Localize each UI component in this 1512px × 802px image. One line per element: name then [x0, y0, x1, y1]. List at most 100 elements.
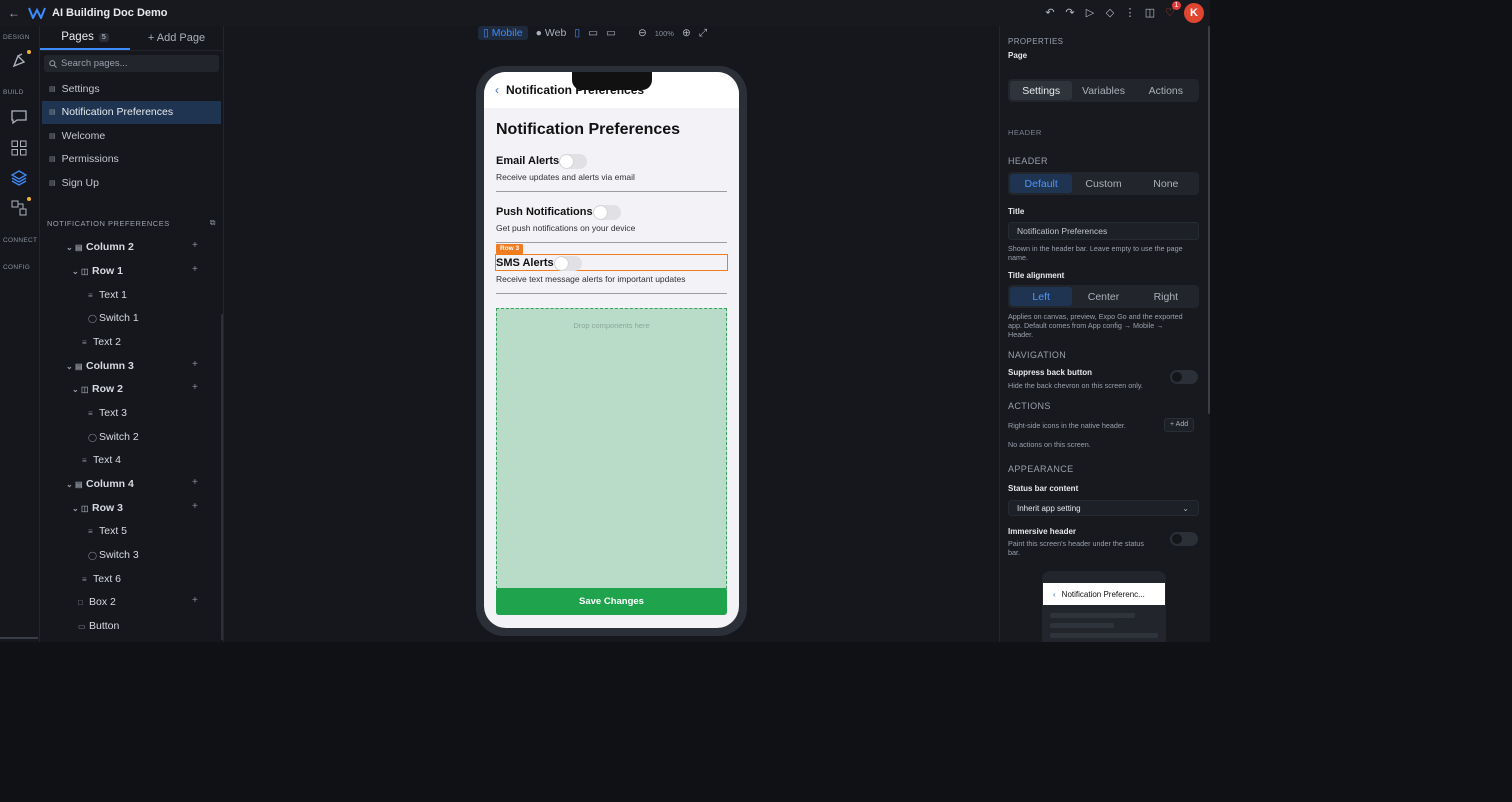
tab-pages[interactable]: Pages 5 [40, 26, 130, 50]
phone-frame: ‹ Notification Preferences Notification … [476, 66, 747, 636]
copy-icon[interactable]: ⧉ [210, 218, 216, 228]
chevron-down-icon[interactable]: ⌄ [72, 385, 81, 394]
rail-label-config[interactable]: CONFIG [3, 264, 30, 271]
zoom-level[interactable]: 100% [655, 29, 674, 38]
tab-variables[interactable]: Variables [1072, 81, 1134, 100]
email-alerts-switch[interactable] [559, 153, 588, 169]
header-option-default[interactable]: Default [1010, 174, 1073, 193]
alignment-option-center[interactable]: Center [1072, 287, 1134, 306]
suppress-back-toggle[interactable] [1170, 370, 1198, 384]
rail-label-build[interactable]: BUILD [3, 89, 24, 96]
app-window: ← AI Building Doc Demo ↶ ↷ ▷ ◇ ⋮ ◫ ♡ 1 K … [0, 0, 1210, 642]
tree-node-text-3[interactable]: ≡ Text 3 [88, 404, 127, 422]
horizontal-scrollbar[interactable] [0, 637, 38, 639]
tree-node-switch-1[interactable]: ◯ Switch 1 [88, 309, 139, 327]
sms-alerts-switch[interactable] [553, 255, 582, 271]
tree-node-column-2[interactable]: ⌄ ▤ Column 2 [66, 238, 134, 256]
text-icon: ≡ [88, 290, 93, 300]
page-item-label: Permissions [61, 153, 119, 166]
tree-node-box-2[interactable]: □ Box 2 [78, 593, 116, 611]
device-desktop-icon[interactable]: ▭ [606, 27, 616, 39]
add-child-icon[interactable]: + [192, 501, 198, 512]
pen-tool-icon[interactable] [10, 52, 28, 70]
header-option-none[interactable]: None [1135, 174, 1197, 193]
title-input[interactable] [1008, 222, 1199, 240]
chevron-down-icon[interactable]: ⌄ [66, 243, 75, 252]
tree-node-text-4[interactable]: ≡ Text 4 [82, 451, 121, 469]
tree-node-switch-2[interactable]: ◯ Switch 2 [88, 428, 139, 446]
redo-icon[interactable]: ↷ [1064, 7, 1076, 19]
tree-node-column-3[interactable]: ⌄ ▤ Column 3 [66, 357, 134, 375]
more-vertical-icon[interactable]: ⋮ [1124, 7, 1136, 19]
push-notifications-switch[interactable] [592, 204, 621, 220]
status-bar-select[interactable]: Inherit app setting ⌄ [1008, 500, 1199, 516]
tab-actions[interactable]: Actions [1135, 81, 1197, 100]
tree-node-row-1[interactable]: ⌄ ◫ Row 1 [72, 262, 123, 280]
page-item-settings[interactable]: ▤ Settings [42, 77, 221, 101]
add-child-icon[interactable]: + [192, 264, 198, 275]
page-icon: ▤ [49, 109, 56, 117]
chevron-down-icon[interactable]: ⌄ [66, 480, 75, 489]
tree-node-text-2[interactable]: ≡ Text 2 [82, 333, 121, 351]
save-changes-button[interactable]: Save Changes [496, 588, 727, 615]
add-action-button[interactable]: + Add [1164, 418, 1195, 432]
add-child-icon[interactable]: + [192, 382, 198, 393]
notification-badge: 1 [1172, 1, 1181, 10]
canvas-toolbar: ▯ Mobile ● Web ▯ ▭ ▭ ⊖ 100% ⊕ ⤢ [478, 25, 707, 41]
play-icon[interactable]: ▷ [1084, 7, 1096, 19]
chat-icon[interactable] [10, 108, 28, 126]
header-option-custom[interactable]: Custom [1072, 174, 1134, 193]
properties-scrollbar[interactable] [1208, 26, 1210, 414]
page-item-welcome[interactable]: ▤ Welcome [42, 124, 221, 148]
nav-back-chevron-icon[interactable]: ‹ [495, 83, 499, 97]
alignment-option-right[interactable]: Right [1135, 287, 1197, 306]
tree-node-text-1[interactable]: ≡ Text 1 [88, 286, 127, 304]
tree-node-text-6[interactable]: ≡ Text 6 [82, 570, 121, 588]
tree-node-switch-3[interactable]: ◯ Switch 3 [88, 546, 139, 564]
layers-stack-icon[interactable] [10, 169, 28, 187]
mode-mobile-button[interactable]: ▯ Mobile [478, 26, 528, 40]
grid-icon[interactable] [10, 139, 28, 157]
setting-description: Get push notifications on your device [496, 223, 636, 233]
layers-icon[interactable]: ◇ [1104, 7, 1116, 19]
tree-node-text-5[interactable]: ≡ Text 5 [88, 522, 127, 540]
tab-settings[interactable]: Settings [1010, 81, 1073, 100]
user-avatar[interactable]: K [1184, 3, 1204, 23]
page-item-notification-preferences[interactable]: ▤ Notification Preferences [42, 100, 221, 124]
device-tablet-icon[interactable]: ▭ [588, 27, 598, 39]
immersive-header-toggle[interactable] [1170, 532, 1198, 546]
workflow-icon[interactable] [10, 199, 28, 217]
panel-toggle-icon[interactable]: ◫ [1144, 7, 1156, 19]
add-child-icon[interactable]: + [192, 359, 198, 370]
page-item-sign-up[interactable]: ▤ Sign Up [42, 171, 221, 195]
back-arrow-icon[interactable]: ← [0, 6, 28, 20]
setting-description: Receive updates and alerts via email [496, 172, 635, 182]
phone-notch [572, 72, 652, 90]
zoom-in-icon[interactable]: ⊕ [682, 27, 691, 39]
alignment-option-left[interactable]: Left [1010, 287, 1073, 306]
notification-bell-icon[interactable]: ♡ 1 [1164, 1, 1181, 19]
add-child-icon[interactable]: + [192, 477, 198, 488]
undo-icon[interactable]: ↶ [1044, 7, 1056, 19]
layer-tree-scrollbar[interactable] [221, 314, 223, 640]
search-pages-input[interactable] [61, 58, 211, 69]
device-phone-icon[interactable]: ▯ [574, 27, 580, 39]
page-item-permissions[interactable]: ▤ Permissions [42, 148, 221, 172]
rail-label-connect[interactable]: CONNECT [3, 237, 37, 244]
tree-node-column-4[interactable]: ⌄ ▤ Column 4 [66, 475, 134, 493]
add-child-icon[interactable]: + [192, 240, 198, 251]
zoom-out-icon[interactable]: ⊖ [638, 27, 647, 39]
chevron-down-icon[interactable]: ⌄ [72, 504, 81, 513]
tree-node-row-3[interactable]: ⌄ ◫ Row 3 [72, 499, 123, 517]
chevron-down-icon[interactable]: ⌄ [66, 362, 75, 371]
mode-web-button[interactable]: ● Web [536, 27, 567, 39]
add-page-button[interactable]: + Add Page [130, 26, 223, 50]
add-child-icon[interactable]: + [192, 595, 198, 606]
chevron-down-icon[interactable]: ⌄ [72, 267, 81, 276]
fullscreen-icon[interactable]: ⤢ [699, 27, 707, 40]
drop-zone[interactable]: Drop components here [496, 308, 727, 589]
tree-node-row-2[interactable]: ⌄ ◫ Row 2 [72, 380, 123, 398]
tree-node-button[interactable]: ▭ Button [78, 617, 119, 635]
rail-label-design[interactable]: DESIGN [3, 34, 30, 41]
alignment-help: Applies on canvas, preview, Expo Go and … [1008, 312, 1183, 339]
